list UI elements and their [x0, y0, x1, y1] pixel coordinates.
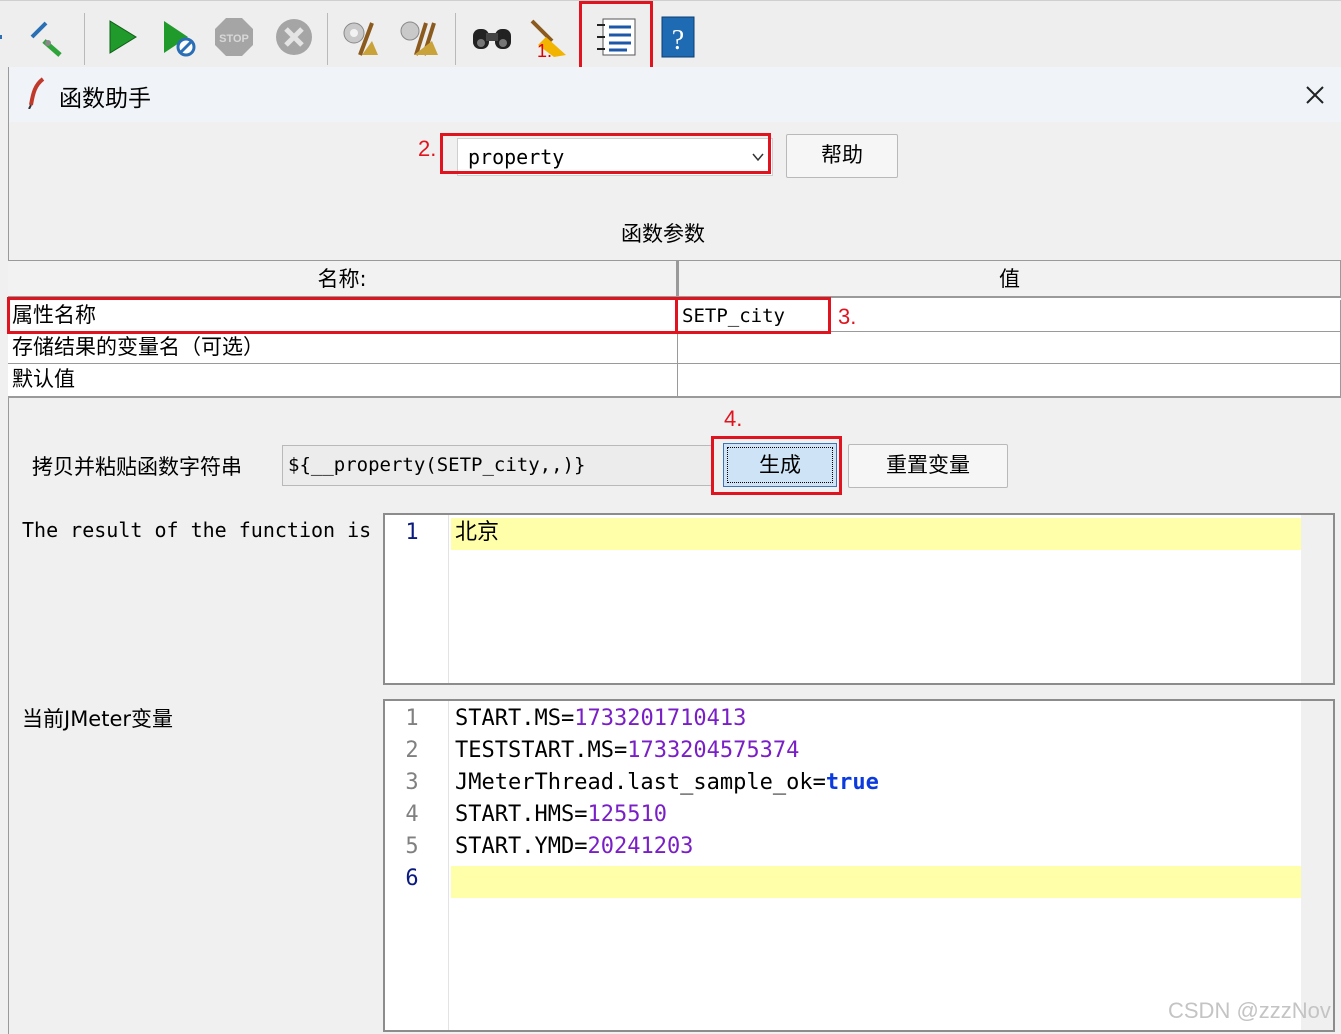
param-name-cell[interactable]: 存储结果的变量名（可选） — [8, 332, 678, 364]
variable-line: 3 JMeterThread.last_sample_ok=true — [385, 767, 1333, 799]
editor-scrollbar[interactable] — [1301, 701, 1333, 1030]
shutdown-icon[interactable] — [272, 15, 316, 59]
function-string-field[interactable]: ${__property(SETP_city,,)} — [282, 445, 714, 486]
variable-equals: = — [574, 802, 588, 827]
line-number: 1 — [405, 706, 419, 731]
variable-key: START.HMS — [455, 802, 575, 827]
pencil-icon[interactable] — [24, 15, 68, 59]
annotation-box-function-helper — [579, 1, 653, 70]
reset-variables-button[interactable]: 重置变量 — [848, 444, 1008, 488]
toolbar-separator — [327, 13, 328, 65]
step-4-marker: 4. — [724, 406, 743, 431]
search-icon[interactable] — [470, 15, 514, 59]
line-number: 5 — [405, 834, 419, 859]
annotation-box-generate — [711, 436, 842, 495]
param-value-cell[interactable] — [678, 364, 1341, 396]
variable-key: JMeterThread.last_sample_ok — [455, 770, 813, 795]
line-number: 4 — [405, 802, 419, 827]
result-line-text: 北京 — [455, 520, 500, 545]
step-1-marker: 1. — [537, 41, 553, 61]
step-3-marker: 3. — [838, 304, 857, 329]
toolbar: STOP 1. ? — [0, 0, 1341, 70]
svg-text:STOP: STOP — [219, 33, 249, 45]
column-header-value[interactable]: 值 — [677, 261, 1341, 298]
variable-value: 1733204575374 — [627, 738, 800, 763]
result-line: 1 北京 — [385, 517, 1333, 549]
stop-icon[interactable]: STOP — [212, 15, 256, 59]
step-2-marker: 2. — [418, 136, 437, 161]
clear-icon[interactable] — [338, 15, 382, 59]
variable-key: START.MS — [455, 706, 561, 731]
dialog-titlebar: 函数助手 — [9, 67, 1341, 122]
variable-value: true — [825, 770, 879, 795]
variable-line: 1 START.MS=1733201710413 — [385, 703, 1333, 735]
variable-line: 4 START.HMS=125510 — [385, 799, 1333, 831]
variable-value: 20241203 — [587, 834, 694, 859]
help-icon[interactable]: ? — [656, 15, 700, 59]
variable-line: 2 TESTSTART.MS=1733204575374 — [385, 735, 1333, 767]
variables-label: 当前JMeter变量 — [22, 707, 174, 731]
variable-line: 5 START.YMD=20241203 — [385, 831, 1333, 863]
params-title: 函数参数 — [621, 222, 705, 246]
close-icon[interactable] — [1299, 79, 1331, 111]
watermark: CSDN @zzzNov — [1168, 998, 1331, 1023]
variables-editor[interactable]: 1 START.MS=1733201710413 2 TESTSTART.MS=… — [383, 699, 1335, 1032]
result-label: The result of the function is — [22, 518, 372, 542]
clear-all-icon[interactable] — [396, 15, 440, 59]
variable-equals: = — [574, 834, 588, 859]
param-name-cell[interactable]: 默认值 — [8, 364, 678, 396]
editor-scrollbar[interactable] — [1301, 515, 1333, 683]
copy-paste-label: 拷贝并粘贴函数字符串 — [32, 455, 242, 479]
param-value-cell[interactable] — [678, 332, 1341, 364]
svg-text:?: ? — [672, 25, 684, 56]
annotation-box-property-name — [7, 297, 678, 334]
result-editor[interactable]: 1 北京 — [383, 513, 1335, 685]
variable-value: 1733201710413 — [574, 706, 747, 731]
annotation-box-function-select — [440, 133, 771, 174]
column-header-name[interactable]: 名称: — [8, 261, 677, 298]
variable-key: START.YMD — [455, 834, 575, 859]
help-button[interactable]: 帮助 — [786, 134, 898, 178]
start-icon[interactable] — [100, 15, 144, 59]
line-number: 1 — [405, 520, 419, 545]
dialog-title: 函数助手 — [59, 86, 151, 112]
toolbar-separator — [84, 13, 85, 65]
variable-equals: = — [560, 706, 575, 731]
line-number: 2 — [405, 738, 419, 763]
variable-value: 125510 — [587, 802, 667, 827]
annotation-box-property-value — [675, 297, 831, 334]
variable-key: TESTSTART.MS — [455, 738, 614, 763]
variable-equals: = — [613, 738, 628, 763]
variable-equals: = — [812, 770, 826, 795]
line-number: 3 — [405, 770, 419, 795]
toolbar-separator — [455, 13, 456, 65]
variable-line: 6 — [385, 863, 1333, 895]
remote-icon[interactable] — [0, 15, 12, 59]
start-no-pause-icon[interactable] — [156, 15, 200, 59]
feather-icon — [27, 77, 47, 113]
line-number: 6 — [405, 866, 419, 891]
